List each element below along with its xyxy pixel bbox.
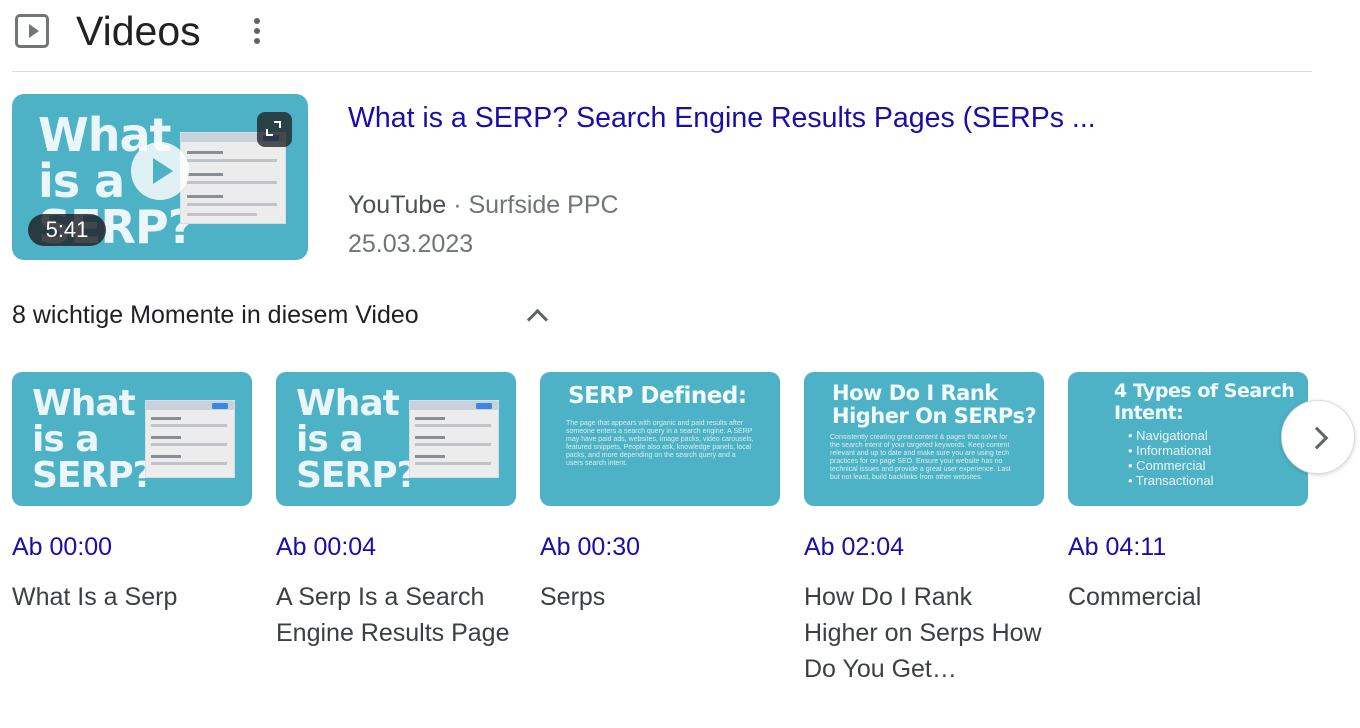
key-moment-item[interactable]: SERP Defined: The page that appears with… bbox=[540, 372, 780, 611]
video-channel: Surfside PPC bbox=[468, 191, 619, 219]
video-duration-badge: 5:41 bbox=[28, 214, 106, 246]
chevron-up-icon[interactable] bbox=[520, 302, 554, 332]
serp-mockup-image bbox=[145, 400, 235, 478]
key-moment-item[interactable]: What is a SERP? Ab 00:04 A Serp Is a Sea… bbox=[276, 372, 516, 647]
video-title-link[interactable]: What is a SERP? Search Engine Results Pa… bbox=[348, 100, 1096, 136]
video-thumbnail[interactable]: What is a SERP? 5:41 bbox=[12, 94, 308, 260]
moment-thumbnail[interactable]: 4 Types of Search Intent: • Navigational… bbox=[1068, 372, 1308, 506]
thumbnail-text: What is a SERP? bbox=[296, 383, 418, 496]
video-source: YouTube bbox=[348, 191, 447, 219]
thumbnail-text: What is a SERP? bbox=[32, 383, 154, 496]
video-section-icon bbox=[15, 14, 49, 48]
chevron-right-icon[interactable] bbox=[1281, 400, 1355, 474]
meta-separator: · bbox=[453, 191, 462, 219]
key-moment-item[interactable]: How Do I Rank Higher On SERPs? Consisten… bbox=[804, 372, 1044, 683]
moment-label: How Do I Rank Higher on Serps How Do You… bbox=[804, 583, 1042, 683]
slide-body-text: Consistently creating great content & pa… bbox=[830, 434, 1011, 481]
section-title: Videos bbox=[76, 8, 201, 54]
moment-timestamp[interactable]: Ab 00:00 bbox=[12, 532, 112, 562]
moment-timestamp[interactable]: Ab 04:11 bbox=[1068, 532, 1166, 562]
key-moment-item[interactable]: What is a SERP? Ab 00:00 What Is a Serp bbox=[12, 372, 252, 611]
moment-label: Serps bbox=[540, 583, 606, 611]
moment-timestamp[interactable]: Ab 02:04 bbox=[804, 532, 904, 562]
key-moments-label: 8 wichtige Momente in diesem Video bbox=[12, 301, 419, 329]
video-date: 25.03.2023 bbox=[348, 230, 474, 258]
moment-label: Commercial bbox=[1068, 583, 1202, 611]
slide-title: How Do I Rank Higher On SERPs? bbox=[832, 381, 1037, 428]
more-vert-icon[interactable] bbox=[248, 16, 266, 46]
moment-thumbnail[interactable]: What is a SERP? bbox=[12, 372, 252, 506]
video-meta: YouTube · Surfside PPC bbox=[348, 189, 619, 221]
serp-mockup-image bbox=[409, 400, 499, 478]
slide-title: 4 Types of Search Intent: bbox=[1114, 380, 1295, 424]
moment-timestamp[interactable]: Ab 00:04 bbox=[276, 532, 376, 562]
slide-bullets: • Navigational • Informational • Commerc… bbox=[1128, 428, 1214, 488]
key-moment-item[interactable]: 4 Types of Search Intent: • Navigational… bbox=[1068, 372, 1308, 611]
moment-label: A Serp Is a Search Engine Results Page bbox=[276, 583, 510, 647]
videos-header: Videos bbox=[12, 0, 1312, 72]
slide-title: SERP Defined: bbox=[568, 383, 747, 409]
moment-thumbnail[interactable]: SERP Defined: The page that appears with… bbox=[540, 372, 780, 506]
moment-timestamp[interactable]: Ab 00:30 bbox=[540, 532, 640, 562]
moment-thumbnail[interactable]: How Do I Rank Higher On SERPs? Consisten… bbox=[804, 372, 1044, 506]
expand-icon[interactable] bbox=[257, 112, 292, 147]
moment-thumbnail[interactable]: What is a SERP? bbox=[276, 372, 516, 506]
moment-label: What Is a Serp bbox=[12, 583, 178, 611]
play-icon[interactable] bbox=[131, 142, 189, 200]
slide-body-text: The page that appears with organic and p… bbox=[566, 420, 754, 467]
